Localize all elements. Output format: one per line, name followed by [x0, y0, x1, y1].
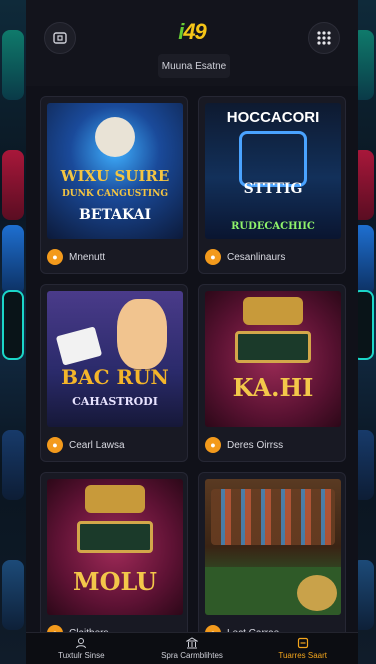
art-title: HOCCACORI — [226, 109, 320, 126]
game-card[interactable]: BAC RUN CAHASTRODI ● Cearl Lawsa — [40, 284, 188, 462]
bank-icon — [186, 637, 198, 649]
card-caption: ● Cesanlinaurs — [205, 247, 285, 267]
coin-icon: ● — [47, 437, 63, 453]
nav-item-tickets[interactable]: Tuarres Saart — [247, 633, 358, 664]
game-thumbnail[interactable]: MOLU — [47, 479, 183, 615]
art-title: KA.HI — [232, 373, 314, 402]
game-thumbnail[interactable] — [205, 479, 341, 615]
nav-label: Spra Carmblihtes — [161, 651, 223, 660]
art-subtitle: STTTIG — [243, 181, 303, 197]
game-card[interactable]: KA.HI ● Deres Oirrss — [198, 284, 346, 462]
coin-icon: ● — [205, 437, 221, 453]
wallet-button[interactable] — [44, 22, 76, 54]
bottom-navigation: Tuxtulr Sinse Spra Carmblihtes Tuarres S… — [26, 632, 358, 664]
wallet-icon — [53, 32, 67, 44]
art-tagline: RUDECACHIIC — [231, 221, 315, 232]
art-title: MOLU — [73, 567, 157, 596]
game-thumbnail[interactable]: WIXU SUIRE DUNK CANGUSTING BETAKAI — [47, 103, 183, 239]
art-subtitle: CAHASTRODI — [72, 395, 158, 408]
card-title: Mnenutt — [69, 251, 106, 263]
art-title: BAC RUN — [61, 365, 169, 389]
art-title: WIXU SUIRE — [60, 167, 170, 185]
nav-item-profile[interactable]: Tuxtulr Sinse — [26, 633, 137, 664]
ticket-icon — [297, 637, 308, 649]
logo-number: 49 — [183, 19, 207, 44]
app-screen: i 49 Muuna Esatne WIXU SUIRE DUNK CANGUST… — [26, 0, 358, 664]
card-caption: ● Cearl Lawsa — [47, 435, 125, 455]
nav-label: Tuxtulr Sinse — [58, 651, 105, 660]
coin-icon: ● — [47, 249, 63, 265]
card-title: Deres Oirrss — [227, 439, 284, 451]
card-caption: ● Deres Oirrss — [205, 435, 283, 455]
game-thumbnail[interactable]: KA.HI — [205, 291, 341, 427]
brand-logo[interactable]: i 49 — [172, 16, 212, 48]
user-icon — [76, 638, 87, 649]
nav-label: Tuarres Saart — [278, 651, 327, 660]
top-bar: i 49 Muuna Esatne — [26, 0, 358, 86]
game-card[interactable]: ● Lect Carrae — [198, 472, 346, 650]
left-decor-strip — [0, 0, 26, 664]
card-caption: ● Mnenutt — [47, 247, 105, 267]
page-subtitle: Muuna Esatne — [158, 54, 230, 78]
game-card[interactable]: WIXU SUIRE DUNK CANGUSTING BETAKAI ● Mne… — [40, 96, 188, 274]
card-title: Cesanlinaurs — [227, 251, 286, 263]
nav-item-bank[interactable]: Spra Carmblihtes — [137, 633, 248, 664]
game-card[interactable]: HOCCACORI STTTIG RUDECACHIIC ● Cesanlina… — [198, 96, 346, 274]
coin-icon: ● — [205, 249, 221, 265]
art-tagline: BETAKAI — [78, 207, 152, 223]
menu-grid-button[interactable] — [308, 22, 340, 54]
art-subtitle: DUNK CANGUSTING — [61, 189, 169, 199]
game-thumbnail[interactable]: BAC RUN CAHASTRODI — [47, 291, 183, 427]
game-card[interactable]: MOLU ● Claitbers — [40, 472, 188, 650]
game-thumbnail[interactable]: HOCCACORI STTTIG RUDECACHIIC — [205, 103, 341, 239]
card-title: Cearl Lawsa — [69, 439, 125, 451]
grid-icon — [317, 31, 331, 45]
